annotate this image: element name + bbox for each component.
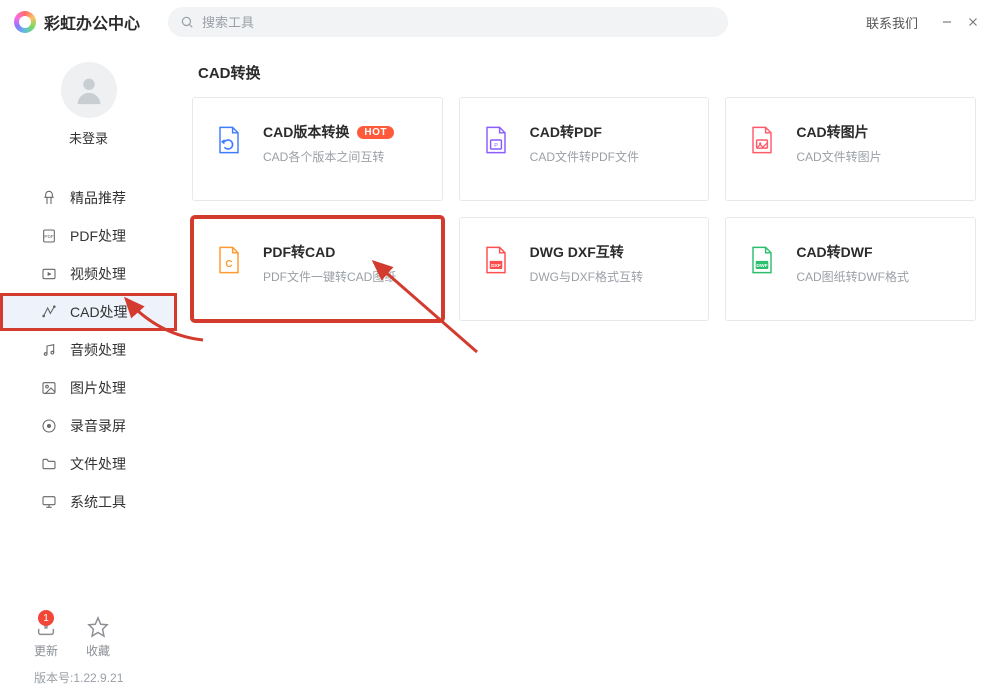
card-subtitle: DWG与DXF格式互转 <box>530 268 643 285</box>
card-cad-to-pdf[interactable]: P CAD转PDF CAD文件转PDF文件 <box>459 97 710 201</box>
sidebar-item-file[interactable]: 文件处理 <box>0 445 177 483</box>
app-logo-icon <box>14 11 36 33</box>
update-button[interactable]: 1 更新 <box>34 616 58 659</box>
hot-badge: HOT <box>357 126 394 139</box>
sidebar-item-cad[interactable]: CAD处理 <box>0 293 177 331</box>
contact-us-link[interactable]: 联系我们 <box>866 13 918 32</box>
sidebar-item-label: 系统工具 <box>70 492 126 512</box>
update-label: 更新 <box>34 642 58 659</box>
avatar-block[interactable]: 未登录 <box>0 44 177 159</box>
sidebar-item-label: 录音录屏 <box>70 416 126 436</box>
card-title: DWG DXF互转 <box>530 242 643 262</box>
card-grid: CAD版本转换HOT CAD各个版本之间互转 P CAD转PDF CAD文件转PDF文件… <box>192 97 976 321</box>
update-badge: 1 <box>38 610 54 626</box>
card-cad-version[interactable]: CAD版本转换HOT CAD各个版本之间互转 <box>192 97 443 201</box>
section-title: CAD转换 <box>198 62 976 83</box>
svg-text:C: C <box>225 259 232 270</box>
sidebar-footer: 1 更新 收藏 版本号:1.22.9.21 <box>0 616 177 700</box>
svg-text:PDF: PDF <box>44 234 53 239</box>
main: CAD转换 CAD版本转换HOT CAD各个版本之间互转 P CAD转PDF CAD文件… <box>178 44 1000 700</box>
body: 未登录 精品推荐 PDF PDF处理视频处理 CAD处理音频处理图片处理录音录屏文件处… <box>0 44 1000 700</box>
sidebar-item-label: 文件处理 <box>70 454 126 474</box>
card-subtitle: CAD文件转图片 <box>796 148 881 165</box>
sidebar: 未登录 精品推荐 PDF PDF处理视频处理 CAD处理音频处理图片处理录音录屏文件处… <box>0 44 178 700</box>
app-title: 彩虹办公中心 <box>44 10 140 34</box>
star-icon <box>87 616 109 638</box>
favorite-label: 收藏 <box>86 642 110 659</box>
sidebar-item-audio[interactable]: 音频处理 <box>0 331 177 369</box>
login-status: 未登录 <box>69 128 108 147</box>
card-subtitle: CAD图纸转DWF格式 <box>796 268 909 285</box>
card-cad-to-dwf[interactable]: DWF CAD转DWF CAD图纸转DWF格式 <box>725 217 976 321</box>
record-icon <box>40 417 58 435</box>
sidebar-item-label: 音频处理 <box>70 340 126 360</box>
avatar-icon <box>61 62 117 118</box>
cad-to-dwf-icon: DWF <box>744 242 780 278</box>
favorite-button[interactable]: 收藏 <box>86 616 110 659</box>
card-subtitle: PDF文件一键转CAD图纸 <box>263 268 396 285</box>
svg-text:DXF: DXF <box>491 263 501 269</box>
sidebar-item-video[interactable]: 视频处理 <box>0 255 177 293</box>
svg-text:P: P <box>494 143 498 149</box>
card-cad-to-img[interactable]: CAD转图片 CAD文件转图片 <box>725 97 976 201</box>
video-icon <box>40 265 58 283</box>
system-icon <box>40 493 58 511</box>
sidebar-item-label: CAD处理 <box>70 302 128 322</box>
titlebar: 彩虹办公中心 联系我们 <box>0 0 1000 44</box>
card-subtitle: CAD文件转PDF文件 <box>530 148 639 165</box>
close-button[interactable] <box>960 9 986 35</box>
sidebar-item-label: 精品推荐 <box>70 188 126 208</box>
search-input[interactable] <box>202 15 716 30</box>
cad-version-icon <box>211 122 247 158</box>
sidebar-item-label: 视频处理 <box>70 264 126 284</box>
recommend-icon <box>40 189 58 207</box>
card-title: CAD转PDF <box>530 122 639 142</box>
app-window: 彩虹办公中心 联系我们 未登录 精品推荐 PDF PDF处理视频处理 CAD处理音频处… <box>0 0 1000 700</box>
sidebar-item-pdf[interactable]: PDF PDF处理 <box>0 217 177 255</box>
sidebar-item-record[interactable]: 录音录屏 <box>0 407 177 445</box>
cad-icon <box>40 303 58 321</box>
sidebar-item-label: 图片处理 <box>70 378 126 398</box>
card-pdf-to-cad[interactable]: C PDF转CAD PDF文件一键转CAD图纸 <box>192 217 443 321</box>
sidebar-item-recommend[interactable]: 精品推荐 <box>0 179 177 217</box>
card-title: CAD转图片 <box>796 122 881 142</box>
version-label: 版本号:1.22.9.21 <box>0 669 177 686</box>
image-icon <box>40 379 58 397</box>
sidebar-item-image[interactable]: 图片处理 <box>0 369 177 407</box>
audio-icon <box>40 341 58 359</box>
card-title: PDF转CAD <box>263 242 396 262</box>
pdf-icon: PDF <box>40 227 58 245</box>
pdf-to-cad-icon: C <box>211 242 247 278</box>
card-dwg-dxf[interactable]: DXF DWG DXF互转 DWG与DXF格式互转 <box>459 217 710 321</box>
dwg-dxf-icon: DXF <box>478 242 514 278</box>
cad-to-img-icon <box>744 122 780 158</box>
card-title: CAD转DWF <box>796 242 909 262</box>
svg-text:DWF: DWF <box>757 263 768 269</box>
card-subtitle: CAD各个版本之间互转 <box>263 148 394 165</box>
search-box[interactable] <box>168 7 728 37</box>
nav: 精品推荐 PDF PDF处理视频处理 CAD处理音频处理图片处理录音录屏文件处理系统工… <box>0 179 177 521</box>
file-icon <box>40 455 58 473</box>
sidebar-item-label: PDF处理 <box>70 226 126 246</box>
cad-to-pdf-icon: P <box>478 122 514 158</box>
search-icon <box>180 15 194 29</box>
minimize-button[interactable] <box>934 9 960 35</box>
sidebar-item-system[interactable]: 系统工具 <box>0 483 177 521</box>
card-title: CAD版本转换HOT <box>263 122 394 142</box>
